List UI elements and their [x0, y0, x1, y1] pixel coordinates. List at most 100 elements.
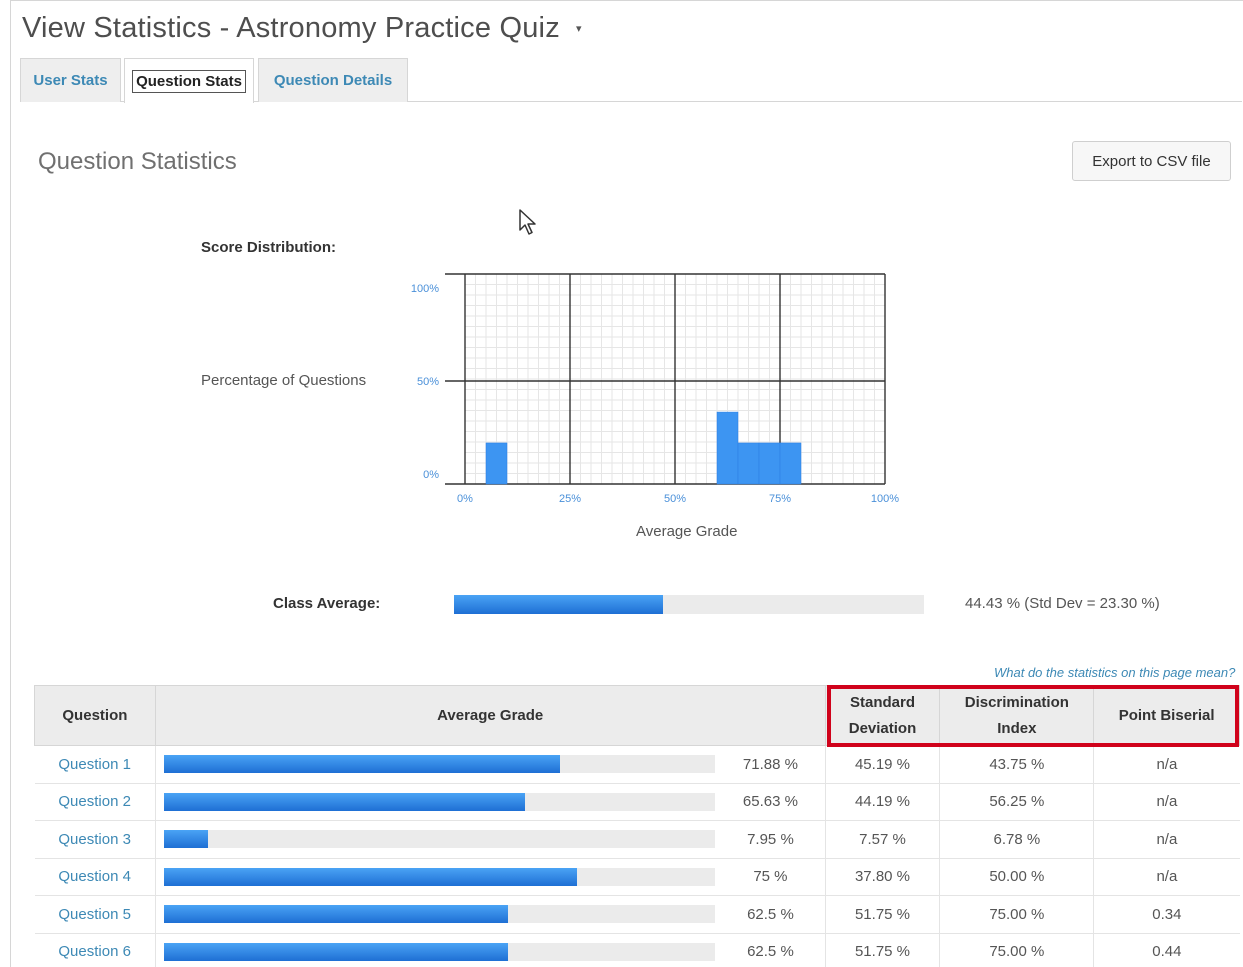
question-link[interactable]: Question 4: [58, 868, 131, 885]
average-grade-bar: [163, 830, 715, 849]
header-average-grade[interactable]: Average Grade: [154, 685, 826, 746]
x-tick-label: 50%: [664, 493, 686, 505]
standard-deviation-value: 37.80 %: [824, 858, 940, 896]
average-grade-bar: [163, 942, 715, 961]
average-grade-bar-cell: [154, 933, 723, 967]
point-biserial-value: n/a: [1093, 858, 1240, 896]
score-distribution-label: Score Distribution:: [201, 239, 337, 256]
average-grade-bar-cell: [154, 820, 723, 859]
table-row: Question 3 7.95 % 7.57 % 6.78 % n/a: [34, 820, 1240, 859]
header-discrimination-index[interactable]: Discrimination Index: [939, 685, 1095, 746]
table-row: Question 6 62.5 % 51.75 % 75.00 % 0.44: [34, 933, 1240, 967]
score-distribution-chart: 100% 50% 0% 0% 25% 50% 75% 100%: [411, 273, 899, 505]
x-tick-label: 0%: [457, 493, 473, 505]
x-tick-label: 75%: [769, 493, 791, 505]
discrimination-index-value: 75.00 %: [939, 933, 1094, 967]
average-grade-bar-fill: [163, 755, 560, 774]
average-grade-value: 62.5 %: [722, 895, 826, 934]
discrimination-index-value: 56.25 %: [939, 783, 1094, 821]
average-grade-value: 7.95 %: [722, 820, 826, 859]
y-tick-label: 0%: [423, 469, 439, 481]
point-biserial-value: 0.34: [1093, 895, 1240, 934]
average-grade-value: 75 %: [722, 858, 826, 896]
average-grade-value: 62.5 %: [722, 933, 826, 967]
standard-deviation-value: 45.19 %: [824, 745, 940, 784]
average-grade-bar-cell: [154, 858, 723, 896]
section-title: Question Statistics: [38, 148, 237, 175]
table-header-row: Question Average Grade Standard Deviation…: [34, 685, 1240, 746]
discrimination-index-value: 6.78 %: [939, 820, 1094, 859]
header-text: Deviation: [848, 719, 917, 737]
average-grade-bar: [163, 755, 715, 774]
header-text: Discrimination: [964, 693, 1069, 711]
header-question[interactable]: Question: [34, 685, 156, 746]
export-csv-button[interactable]: Export to CSV file: [1072, 141, 1231, 181]
question-cell: Question 4: [34, 858, 156, 896]
class-average-label: Class Average:: [273, 595, 381, 612]
average-grade-bar-cell: [154, 895, 723, 934]
tab-label: User Stats: [33, 72, 108, 89]
mouse-pointer-icon: [519, 209, 536, 235]
question-link[interactable]: Question 6: [58, 943, 131, 960]
table-row: Question 4 75 % 37.80 % 50.00 % n/a: [34, 858, 1240, 896]
average-grade-bar-cell: [154, 745, 723, 784]
standard-deviation-value: 44.19 %: [824, 783, 940, 821]
class-average-bar: [454, 595, 924, 614]
header-text: Standard: [849, 693, 915, 711]
table-row: Question 1 71.88 % 45.19 % 43.75 % n/a: [34, 745, 1240, 784]
average-grade-bar-fill: [163, 867, 578, 886]
question-cell: Question 2: [34, 783, 156, 821]
average-grade-bar-cell: [154, 783, 723, 821]
header-text: Index: [997, 719, 1037, 737]
chart-bar: [758, 442, 781, 485]
table-row: Question 2 65.63 % 44.19 % 56.25 % n/a: [34, 783, 1240, 821]
question-cell: Question 1: [34, 745, 156, 784]
tab-label: Question Details: [273, 72, 393, 89]
x-tick-label: 100%: [871, 493, 899, 505]
chart-bar: [779, 442, 802, 485]
question-link[interactable]: Question 1: [58, 756, 131, 773]
question-stats-table: Question Average Grade Standard Deviation…: [34, 685, 1240, 967]
chart-x-axis-label: Average Grade: [636, 523, 738, 540]
class-average-value: 44.43 % (Std Dev = 23.30 %): [965, 595, 1160, 612]
standard-deviation-value: 51.75 %: [824, 895, 940, 934]
average-grade-value: 71.88 %: [722, 745, 826, 784]
standard-deviation-value: 51.75 %: [824, 933, 940, 967]
y-tick-label: 100%: [411, 283, 439, 295]
tab-question-details[interactable]: Question Details: [258, 58, 408, 102]
question-cell: Question 5: [34, 895, 156, 934]
average-grade-bar-fill: [163, 942, 509, 961]
class-average-bar-fill: [454, 595, 663, 614]
average-grade-bar-fill: [163, 792, 526, 811]
average-grade-bar: [163, 792, 715, 811]
question-cell: Question 6: [34, 933, 156, 967]
chart-y-axis-label: Percentage of Questions: [201, 372, 367, 389]
average-grade-bar: [163, 905, 715, 924]
header-standard-deviation[interactable]: Standard Deviation: [824, 685, 941, 746]
discrimination-index-value: 75.00 %: [939, 895, 1094, 934]
page-title: View Statistics - Astronomy Practice Qui…: [22, 12, 560, 44]
question-link[interactable]: Question 2: [58, 793, 131, 810]
statistics-help-link[interactable]: What do the statistics on this page mean…: [994, 665, 1235, 680]
chart-bar: [737, 442, 760, 485]
tab-bar: User Stats Question Stats Question Detai…: [20, 58, 1242, 103]
chart-bar: [485, 442, 508, 485]
title-dropdown-icon[interactable]: ▾: [576, 22, 582, 35]
tab-label: Question Stats: [132, 69, 246, 93]
question-link[interactable]: Question 3: [58, 831, 131, 848]
point-biserial-value: n/a: [1093, 820, 1240, 859]
average-grade-value: 65.63 %: [722, 783, 826, 821]
tab-user-stats[interactable]: User Stats: [20, 58, 121, 102]
y-tick-label: 50%: [417, 376, 439, 388]
table-row: Question 5 62.5 % 51.75 % 75.00 % 0.34: [34, 895, 1240, 934]
discrimination-index-value: 43.75 %: [939, 745, 1094, 784]
header-point-biserial[interactable]: Point Biserial: [1093, 685, 1240, 746]
chart-bar: [716, 411, 739, 485]
question-cell: Question 3: [34, 820, 156, 859]
average-grade-bar-fill: [163, 905, 509, 924]
point-biserial-value: 0.44: [1093, 933, 1240, 967]
discrimination-index-value: 50.00 %: [939, 858, 1094, 896]
x-tick-label: 25%: [559, 493, 581, 505]
tab-question-stats[interactable]: Question Stats: [124, 58, 254, 103]
question-link[interactable]: Question 5: [58, 906, 131, 923]
